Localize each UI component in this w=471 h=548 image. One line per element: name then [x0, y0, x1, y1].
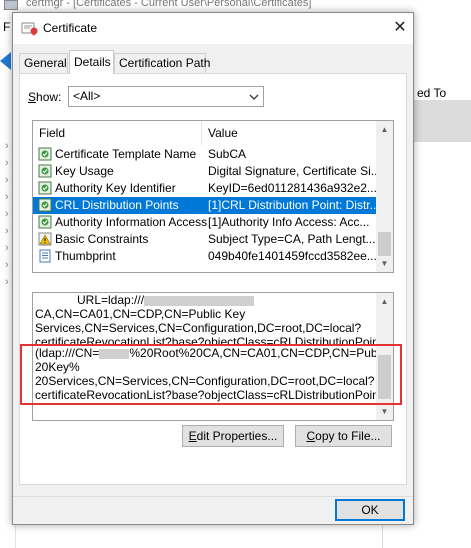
cert-field-icon: [38, 181, 52, 195]
certificate-dialog: Certificate ✕ General Details Certificat…: [12, 12, 414, 525]
field-name: CRL Distribution Points: [55, 198, 179, 212]
certmgr-app-icon: [4, 0, 18, 10]
scrollbar-thumb[interactable]: [378, 232, 391, 256]
background-menu-file[interactable]: F: [3, 20, 10, 34]
fields-list-scrollbar[interactable]: ▲ ▼: [376, 121, 393, 272]
field-value: Digital Signature, Certificate Si...: [208, 164, 376, 178]
field-name: Certificate Template Name: [55, 147, 197, 161]
list-item[interactable]: Basic Constraints Subject Type=CA, Path L…: [33, 231, 377, 248]
background-list-pane: [414, 84, 471, 548]
cert-field-icon: [38, 147, 52, 161]
background-window-title-text: certmgr - [Certificates - Current User\P…: [26, 0, 312, 9]
chevron-right-icon[interactable]: ›: [5, 242, 9, 254]
field-name: Authority Information Access: [55, 215, 208, 229]
dialog-title: Certificate: [43, 21, 98, 35]
list-item[interactable]: Thumbprint 049b40fe1401459fccd3582ee...: [33, 248, 377, 265]
field-name: Basic Constraints: [55, 232, 149, 246]
show-dropdown[interactable]: <All>: [68, 86, 264, 107]
copy-to-file-button[interactable]: Copy to File...: [295, 425, 392, 447]
field-value: 049b40fe1401459fccd3582ee...: [208, 249, 376, 263]
chevron-right-icon[interactable]: ›: [5, 157, 9, 169]
cert-field-icon: [38, 198, 52, 212]
highlight-annotation-box: [20, 344, 402, 405]
field-value: SubCA: [208, 147, 247, 161]
chevron-right-icon[interactable]: ›: [5, 191, 9, 203]
show-dropdown-value: <All>: [73, 89, 101, 103]
certificate-icon: [21, 22, 38, 36]
list-item[interactable]: Key Usage Digital Signature, Certificate …: [33, 163, 377, 180]
field-value: [1]Authority Info Access: Acc...: [208, 215, 370, 229]
fields-list[interactable]: Field Value Certificate Template Name Sub…: [32, 120, 394, 273]
cert-field-icon: [38, 215, 52, 229]
scroll-up-icon[interactable]: ▲: [376, 293, 393, 310]
chevron-right-icon[interactable]: ›: [5, 140, 9, 152]
chevron-right-icon[interactable]: ›: [5, 276, 9, 288]
column-header-value[interactable]: Value: [202, 121, 377, 145]
scroll-down-icon[interactable]: ▼: [376, 255, 393, 272]
list-item[interactable]: CRL Distribution Points [1]CRL Distributi…: [33, 197, 377, 214]
ok-button[interactable]: OK: [335, 499, 405, 521]
chevron-right-icon[interactable]: ›: [5, 259, 9, 271]
field-value: Subject Type=CA, Path Lengt...: [208, 232, 376, 246]
field-value: [1]CRL Distribution Point: Distr...: [208, 198, 376, 212]
list-item[interactable]: Authority Key Identifier KeyID=6ed0112814…: [33, 180, 377, 197]
cert-field-icon: [38, 164, 52, 178]
tab-general[interactable]: General: [19, 53, 68, 73]
redacted-cell: [414, 100, 471, 142]
show-label: Show:: [28, 90, 62, 104]
dialog-footer-divider: [13, 496, 413, 497]
chevron-right-icon[interactable]: ›: [5, 225, 9, 237]
field-name: Key Usage: [55, 164, 114, 178]
field-name: Authority Key Identifier: [55, 181, 176, 195]
issued-to-column-header[interactable]: ed To: [417, 86, 446, 100]
close-icon[interactable]: ✕: [389, 17, 411, 39]
details-line: Services,CN=Services,CN=Configuration,DC…: [35, 321, 362, 335]
background-window-title: certmgr - [Certificates - Current User\P…: [0, 0, 471, 12]
warning-cert-icon: [38, 232, 52, 246]
list-item[interactable]: Certificate Template Name SubCA: [33, 146, 377, 163]
redacted-text: [144, 295, 255, 306]
scroll-down-icon[interactable]: ▼: [376, 403, 393, 420]
chevron-down-icon: [249, 94, 259, 100]
details-line: URL=ldap:///: [77, 293, 145, 307]
tab-certification-path[interactable]: Certification Path: [114, 53, 210, 73]
tab-details[interactable]: Details: [69, 50, 114, 74]
chevron-right-icon[interactable]: ›: [5, 208, 9, 220]
back-arrow-icon[interactable]: [0, 52, 11, 70]
scroll-up-icon[interactable]: ▲: [376, 121, 393, 138]
list-item[interactable]: Authority Information Access [1]Authority…: [33, 214, 377, 231]
chevron-right-icon[interactable]: ›: [5, 174, 9, 186]
document-icon: [38, 249, 52, 263]
details-line: CA,CN=CA01,CN=CDP,CN=Public Key: [35, 307, 246, 321]
field-value: KeyID=6ed011281436a932e2...: [208, 181, 376, 195]
dialog-titlebar[interactable]: Certificate ✕: [13, 13, 413, 44]
edit-properties-button[interactable]: Edit Properties...: [182, 425, 284, 447]
column-header-field[interactable]: Field: [33, 121, 202, 145]
field-name: Thumbprint: [55, 249, 116, 263]
